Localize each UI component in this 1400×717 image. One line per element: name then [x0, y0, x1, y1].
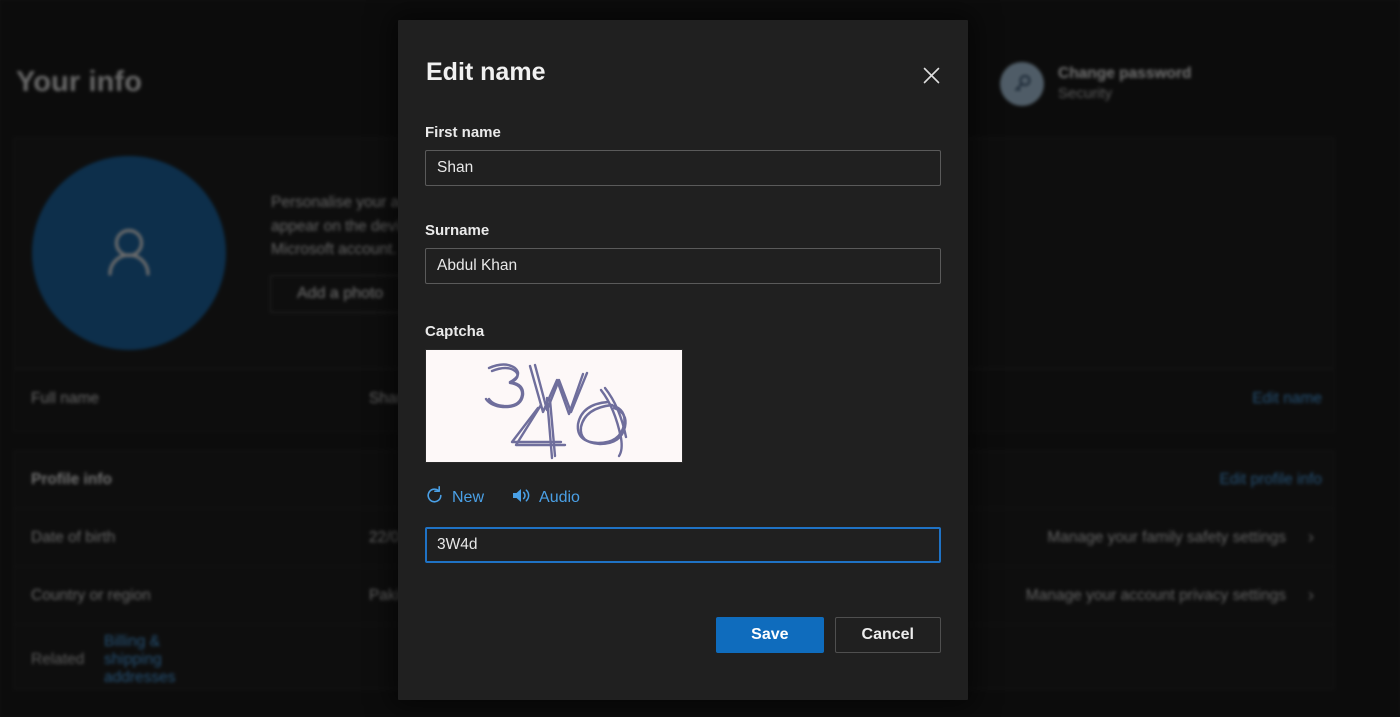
save-button[interactable]: Save — [716, 617, 824, 653]
captcha-new-label: New — [452, 489, 485, 506]
captcha-label: Captcha — [425, 323, 485, 340]
first-name-label: First name — [425, 124, 501, 141]
dialog-actions: Save Cancel — [716, 617, 941, 653]
cancel-button[interactable]: Cancel — [834, 617, 941, 653]
captcha-new-button[interactable]: New — [425, 486, 484, 510]
captcha-answer-field — [425, 527, 941, 563]
captcha-answer-input[interactable] — [425, 527, 941, 563]
first-name-field: First name — [425, 124, 941, 186]
surname-label: Surname — [425, 222, 490, 239]
surname-field: Surname — [425, 222, 941, 284]
first-name-input[interactable] — [425, 150, 941, 186]
captcha-actions: New Audio — [425, 486, 580, 510]
captcha-field: Captcha — [425, 323, 941, 463]
dialog-title: Edit name — [426, 58, 546, 86]
captcha-glyphs — [484, 363, 628, 460]
app-root: Your info Personalise your account with … — [0, 0, 1400, 717]
edit-name-dialog: Edit name First name Surname Captcha — [398, 20, 968, 700]
close-icon[interactable] — [912, 56, 950, 94]
refresh-icon — [425, 486, 444, 510]
captcha-audio-label: Audio — [539, 489, 580, 506]
captcha-image — [425, 349, 683, 463]
speaker-icon — [510, 486, 531, 510]
surname-input[interactable] — [425, 248, 941, 284]
captcha-audio-button[interactable]: Audio — [510, 486, 580, 510]
